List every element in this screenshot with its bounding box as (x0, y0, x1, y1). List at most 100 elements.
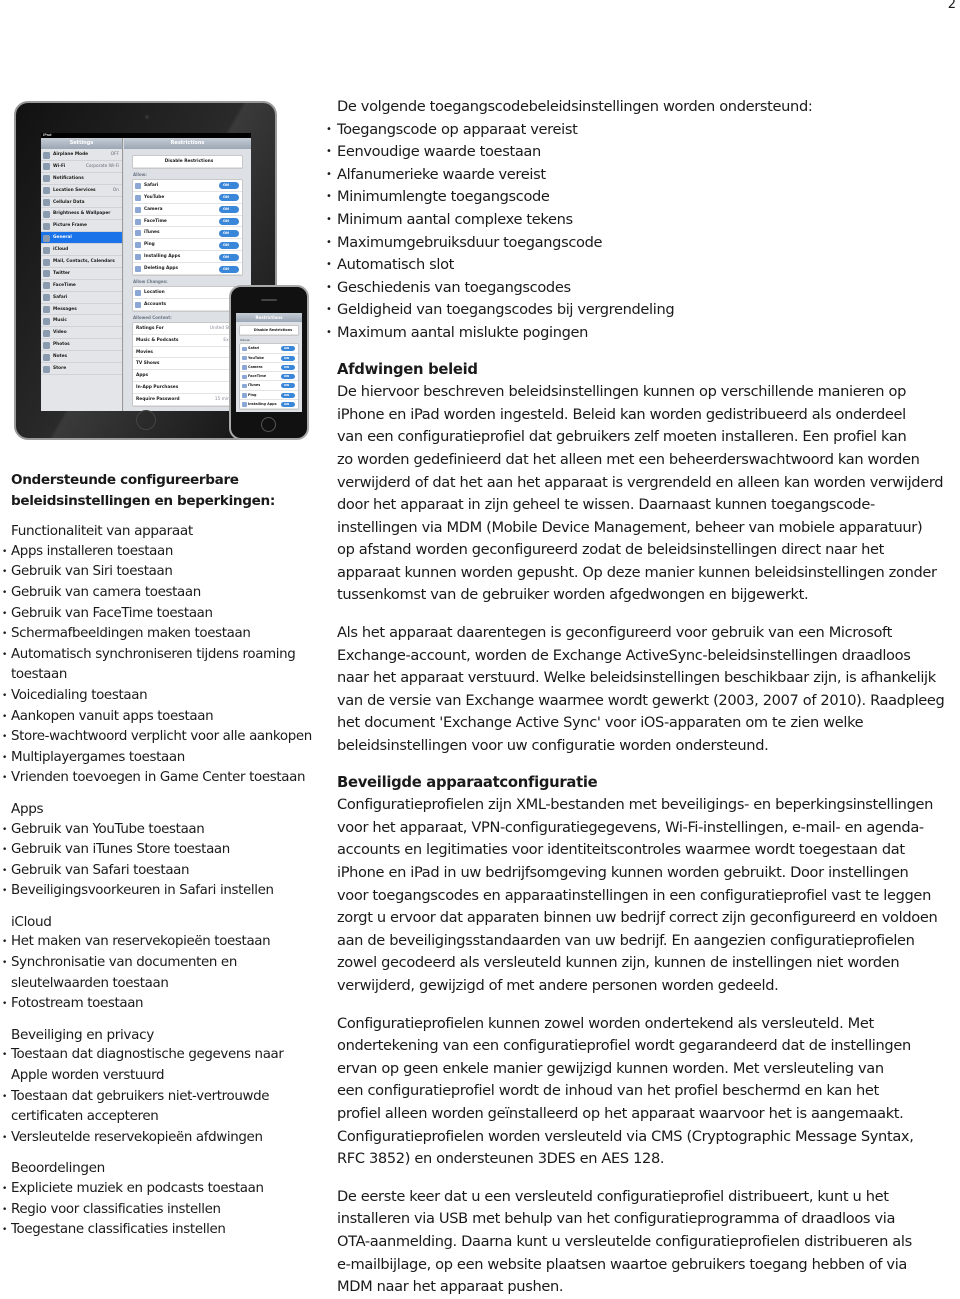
list-item: Beveiligingsvoorkeuren in Safari instell… (2, 881, 311, 902)
text-line: RFC 3852) en ondersteunen 3DES en AES 12… (337, 1150, 665, 1168)
disable-restrictions-button: Disable Restrictions (133, 156, 242, 168)
list-item: Maximumgebruiksduur toegangscode (326, 232, 947, 255)
sidebar-item: Twitter (41, 268, 122, 280)
text-line: van de versie van Exchange waarmee wordt… (337, 691, 945, 709)
toggle-switch: ON (281, 346, 295, 352)
allow-row: Camera ON (133, 204, 242, 216)
restriction-list: Gebruik van YouTube toestaan Gebruik van … (2, 820, 311, 902)
text-line: voor het apparaat, VPN-configuratiegegev… (337, 818, 924, 836)
list-item: Versleutelde reservekopieën afdwingen (2, 1128, 311, 1149)
text-line: voor toegangscodes en apparaatinstelling… (337, 886, 931, 904)
sidebar-item: Cellular Data (41, 197, 122, 209)
allow-label: Camera (144, 206, 163, 212)
text-line: aan de beveiligingsstandaarden van uw be… (337, 931, 915, 949)
sidebar-value: OFF (110, 152, 119, 157)
sidebar-item: Safari (41, 292, 122, 304)
sidebar-item: Messages (41, 304, 122, 316)
list-item: Multiplayergames toestaan (2, 748, 311, 769)
section-title: Functionaliteit van apparaat (11, 523, 193, 540)
allow-row: FaceTime ON (133, 216, 242, 228)
sidebar-item: Photos (41, 339, 122, 352)
toggle-switch: ON (219, 218, 239, 226)
list-item: Synchronisatie van documenten en (2, 953, 311, 974)
text-line: zorgt u ervoor dat apparaten binnen uw b… (337, 909, 938, 927)
content-row: Movies (133, 347, 242, 359)
toggle-switch: ON (281, 364, 295, 370)
sidebar-item: Wi-Fi Corporate Wi-Fi (41, 161, 122, 173)
list-item: Aankopen vanuit apps toestaan (2, 707, 311, 728)
list-item: Apple worden verstuurd (11, 1068, 165, 1084)
text-line: MDM naar het apparaat pushen. (337, 1278, 564, 1296)
list-item: Toegangscode op apparaat vereist (326, 119, 947, 142)
text-line: naar het apparaat verstuurd. Welke belei… (337, 669, 936, 687)
list-item: Het maken van reservekopieën toestaan (2, 932, 311, 953)
list-item: certificaten accepteren (11, 1109, 159, 1125)
allow-row: iTunes ON (133, 227, 242, 240)
list-item: Gebruik van Siri toestaan (2, 562, 311, 583)
paragraph: Configuratieprofielen kunnen zowel worde… (337, 1013, 947, 1171)
allow-label: iTunes (144, 230, 160, 236)
allow-change-row: Accounts (133, 299, 242, 311)
detail-title: Restrictions (124, 138, 251, 149)
list-item: Vrienden toevoegen in Game Center toesta… (2, 768, 311, 789)
toggle-switch: ON (281, 402, 295, 408)
sidebar-item: Mail, Contacts, Calendars (41, 256, 122, 268)
list-item: Eenvoudige waarde toestaan (326, 141, 947, 164)
list-item: Toegestane classificaties instellen (2, 1220, 311, 1241)
sidebar-item: Location Services On (41, 185, 122, 197)
heading-line: Ondersteunde configureerbare (11, 472, 239, 488)
text-line: op afstand worden geconfigureerd zodat d… (337, 541, 885, 559)
list-item: Gebruik van Safari toestaan (2, 861, 311, 882)
text-line: Configuratieprofielen zijn XML-bestanden… (337, 796, 934, 814)
list-item: Store-wachtwoord verplicht voor alle aan… (2, 727, 312, 748)
list-item: Maximum aantal mislukte pogingen (326, 322, 947, 345)
text-line: iPhone en iPad in uw bedrijfsomgeving ku… (337, 864, 909, 881)
main-content: De volgende toegangscodebeleidsinstellin… (326, 96, 947, 1299)
paragraph: Als het apparaat daarentegen is geconfig… (337, 622, 947, 758)
restriction-list: Apps installeren toestaanGebruik van Sir… (2, 542, 312, 789)
list-item: Automatisch synchroniseren tijdens roami… (2, 645, 311, 666)
toggle-switch: ON (219, 253, 239, 261)
sidebar-item: Notifications (41, 173, 122, 185)
section-title: iCloud (11, 913, 52, 930)
text-line: beleidsinstellingen voor uw configuratie… (337, 737, 769, 755)
list-item: Minimum aantal complexe tekens (326, 209, 947, 232)
text-line: verwijderd, gewijzigd of met andere pers… (337, 976, 779, 994)
list-item: toestaan (11, 667, 68, 683)
text-line: profiel alleen worden geïnstalleerd op h… (337, 1104, 904, 1122)
content-label: Require Password (136, 397, 180, 403)
text-line: ervan op geen enkele manier gewijzigd ku… (337, 1059, 884, 1077)
heading-line: beleidsinstellingen en beperkingen: (11, 492, 275, 509)
iphone-allow-row: Camera ON (240, 363, 298, 373)
list-item: Gebruik van YouTube toestaan (2, 820, 311, 841)
text-line: het document 'Exchange Active Sync' voor… (337, 714, 864, 732)
allowed-content-label: Allowed Content: (133, 314, 172, 320)
paragraph: De hiervoor beschreven beleidsinstelling… (337, 381, 947, 607)
list-item: Geldigheid van toegangscodes bij vergren… (326, 299, 947, 322)
list-item: Schermafbeeldingen maken toestaan (2, 624, 311, 645)
allow-label: YouTube (144, 194, 165, 200)
text-line: apparaat kunnen worden gepusht. Op deze … (337, 563, 937, 581)
text-line: door het apparaat in zijn geheel te wiss… (337, 496, 875, 514)
left-heading: Ondersteunde configureerbare beleidsinste… (11, 470, 311, 511)
list-item: Toestaan dat gebruikers niet-vertrouwde (2, 1087, 311, 1108)
list-item: Voicedialing toestaan (2, 686, 311, 707)
toggle-switch: ON (281, 392, 295, 398)
section-title: Beoordelingen (11, 1160, 105, 1177)
text-line: Als het apparaat daarentegen is geconfig… (337, 624, 892, 642)
allow-label: Installing Apps (248, 402, 277, 407)
text-line: Exchange-account, worden de Exchange Act… (337, 646, 911, 664)
text-line: Configuratieprofielen worden versleuteld… (337, 1127, 914, 1145)
text-line: installeren via USB met behulp van het c… (337, 1210, 896, 1228)
paragraph: Configuratieprofielen zijn XML-bestanden… (337, 794, 947, 997)
allow-label: FaceTime (144, 218, 167, 224)
iphone-allow-label: Allow: (240, 338, 251, 343)
toggle-switch: ON (281, 383, 295, 389)
passcode-list: Toegangscode op apparaat vereistEenvoudi… (326, 119, 947, 345)
content-row: Require Password 15 minutes (133, 394, 242, 407)
allow-label: Installing Apps (144, 254, 181, 260)
allow-change-row: Location (133, 287, 242, 299)
content-label: Music & Podcasts (136, 337, 179, 343)
allow-row: YouTube ON (133, 192, 242, 204)
text-line: e-mailbijlage, op een website plaatsen w… (337, 1255, 908, 1273)
